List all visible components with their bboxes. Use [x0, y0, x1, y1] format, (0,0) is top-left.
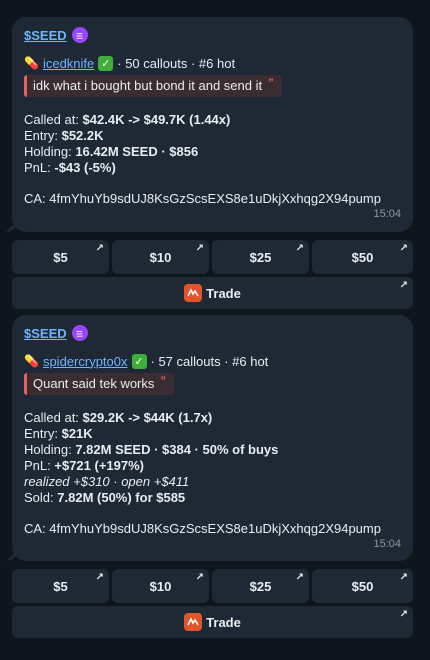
- entry-line: Entry: $52.2K: [24, 128, 401, 144]
- external-arrow-icon: ↗: [195, 572, 204, 583]
- holding-line: Holding: 7.82M SEED · $384 · 50% of buys: [24, 442, 401, 458]
- external-arrow-icon: ↗: [95, 572, 104, 583]
- message-time: 15:04: [373, 208, 401, 220]
- message-time: 15:04: [373, 538, 401, 550]
- contract-address[interactable]: CA: 4fmYhuYb9sdUJ8KsGzScsEXS8e1uDkjXxhqg…: [24, 191, 401, 207]
- pnl-label: PnL:: [24, 160, 51, 175]
- buy-50-label: $50: [351, 249, 374, 265]
- buy-50-button[interactable]: $50 ↗: [312, 569, 413, 603]
- buy-10-button[interactable]: $10 ↗: [112, 569, 209, 603]
- pnl-line: PnL: -$43 (-5%): [24, 160, 401, 176]
- caller-link[interactable]: spidercrypto0x: [43, 354, 128, 369]
- buy-50-button[interactable]: $50 ↗: [312, 240, 413, 274]
- buy-5-button[interactable]: $5 ↗: [12, 240, 109, 274]
- token-link[interactable]: $SEED: [24, 326, 67, 341]
- trade-brand-icon: [184, 284, 203, 302]
- buy-5-button[interactable]: $5 ↗: [12, 569, 109, 603]
- caller-stats: · 57 callouts · #6 hot: [150, 353, 269, 369]
- external-arrow-icon: ↗: [399, 243, 408, 254]
- message-bubble: $SEED 💊 spidercrypto0x ✓ · 57 callouts ·…: [12, 315, 413, 561]
- buy-10-button[interactable]: $10 ↗: [112, 240, 209, 274]
- sold-label: Sold:: [24, 490, 54, 505]
- trade-label: Trade: [206, 614, 241, 630]
- pill-icon: 💊: [24, 354, 39, 368]
- token-link[interactable]: $SEED: [24, 28, 67, 43]
- called-at-value: $42.4K -> $49.7K (1.44x): [82, 112, 231, 127]
- token-header: $SEED: [24, 324, 401, 342]
- realized-line: realized +$310 · open +$411: [24, 474, 190, 489]
- entry-label: Entry:: [24, 128, 58, 143]
- pnl-line: PnL: +$721 (+197%): [24, 458, 401, 474]
- external-arrow-icon: ↗: [399, 572, 408, 583]
- buy-25-label: $25: [249, 578, 272, 594]
- quote-mark-icon: ”: [268, 77, 274, 89]
- buy-10-label: $10: [149, 249, 172, 265]
- pnl-label: PnL:: [24, 458, 51, 473]
- external-arrow-icon: ↗: [399, 280, 408, 291]
- caller-stats: · 50 callouts · #6 hot: [117, 55, 236, 71]
- external-arrow-icon: ↗: [399, 609, 408, 620]
- called-at-label: Called at:: [24, 112, 79, 127]
- quote-text: Quant said tek works: [33, 376, 155, 391]
- called-at-value: $29.2K -> $44K (1.7x): [82, 410, 213, 425]
- trade-button[interactable]: Trade ↗: [12, 606, 413, 638]
- entry-value: $52.2K: [61, 128, 104, 143]
- caller-link[interactable]: icedknife: [43, 56, 94, 71]
- external-arrow-icon: ↗: [295, 572, 304, 583]
- external-arrow-icon: ↗: [295, 243, 304, 254]
- called-at-line: Called at: $29.2K -> $44K (1.7x): [24, 410, 401, 426]
- called-at-line: Called at: $42.4K -> $49.7K (1.44x): [24, 112, 401, 128]
- buy-5-label: $5: [53, 249, 68, 265]
- buy-25-label: $25: [249, 249, 272, 265]
- trade-label: Trade: [206, 285, 241, 301]
- buy-50-label: $50: [351, 578, 374, 594]
- entry-value: $21K: [61, 426, 93, 441]
- external-arrow-icon: ↗: [195, 243, 204, 254]
- contract-address[interactable]: CA: 4fmYhuYb9sdUJ8KsGzScsEXS8e1uDkjXxhqg…: [24, 521, 401, 537]
- check-mark-icon: ✓: [98, 55, 114, 71]
- solana-icon: [71, 27, 88, 43]
- holding-line: Holding: 16.42M SEED · $856: [24, 144, 401, 160]
- message-bubble: $SEED 💊 icedknife ✓ · 50 callouts · #6 h…: [12, 17, 413, 232]
- holding-label: Holding:: [24, 442, 72, 457]
- entry-line: Entry: $21K: [24, 426, 401, 442]
- sold-value: 7.82M (50%) for $585: [57, 490, 186, 505]
- token-header: $SEED: [24, 26, 401, 44]
- pill-icon: 💊: [24, 56, 39, 70]
- holding-value: 7.82M SEED · $384 · 50% of buys: [75, 442, 279, 457]
- solana-icon: [71, 325, 88, 341]
- caller-row: 💊 spidercrypto0x ✓ · 57 callouts · #6 ho…: [24, 352, 401, 370]
- entry-label: Entry:: [24, 426, 58, 441]
- trade-button[interactable]: Trade ↗: [12, 277, 413, 309]
- quote-text: idk what i bought but bond it and send i…: [33, 78, 263, 93]
- buy-5-label: $5: [53, 578, 68, 594]
- trade-brand-icon: [184, 613, 203, 631]
- sold-line: Sold: 7.82M (50%) for $585: [24, 490, 401, 506]
- caller-quote: Quant said tek works ”: [24, 373, 174, 395]
- quote-mark-icon: ”: [160, 375, 166, 387]
- check-mark-icon: ✓: [131, 353, 147, 369]
- buy-25-button[interactable]: $25 ↗: [212, 569, 309, 603]
- caller-quote: idk what i bought but bond it and send i…: [24, 75, 282, 97]
- pnl-value: -$43 (-5%): [54, 160, 116, 175]
- external-arrow-icon: ↗: [95, 243, 104, 254]
- holding-value: 16.42M SEED · $856: [75, 144, 199, 159]
- buy-10-label: $10: [149, 578, 172, 594]
- caller-row: 💊 icedknife ✓ · 50 callouts · #6 hot: [24, 54, 401, 72]
- holding-label: Holding:: [24, 144, 72, 159]
- called-at-label: Called at:: [24, 410, 79, 425]
- buy-25-button[interactable]: $25 ↗: [212, 240, 309, 274]
- pnl-value: +$721 (+197%): [54, 458, 144, 473]
